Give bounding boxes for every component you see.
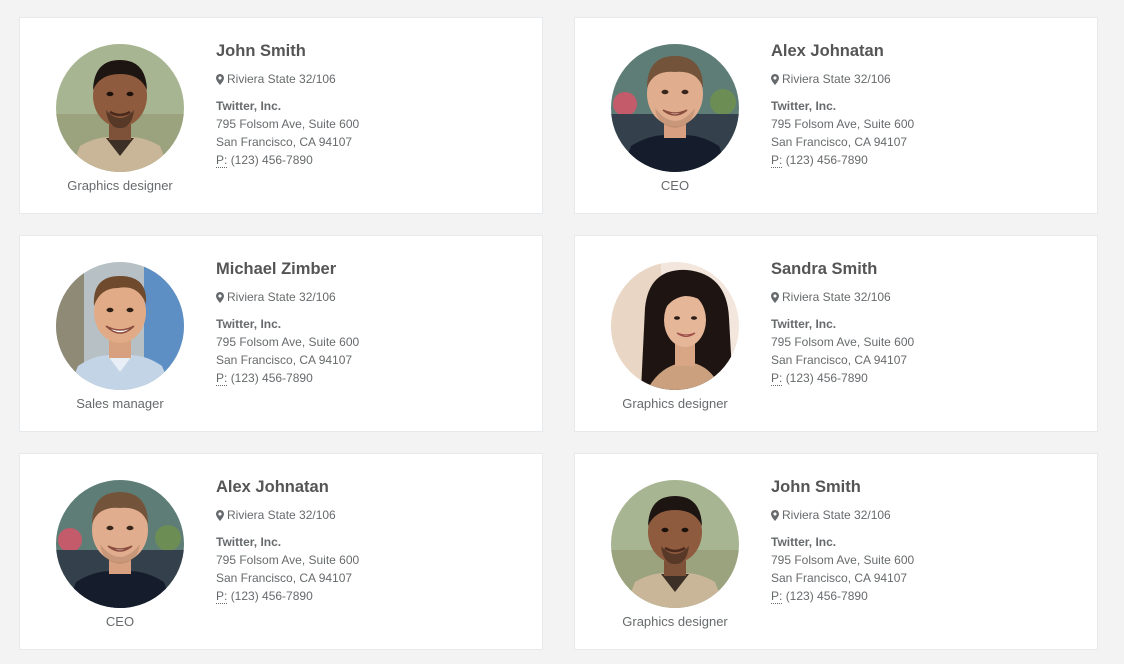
location: Riviera State 32/106	[216, 506, 359, 524]
location: Riviera State 32/106	[771, 506, 914, 524]
avatar[interactable]	[56, 262, 184, 390]
avatar[interactable]	[611, 262, 739, 390]
contact-card[interactable]: Graphics designer John Smith Riviera Sta…	[19, 17, 543, 214]
phone-abbr: P:	[216, 153, 228, 168]
location: Riviera State 32/106	[216, 288, 359, 306]
company-name: Twitter, Inc.	[216, 535, 282, 549]
location-text: Riviera State 32/106	[782, 508, 891, 522]
avatar-alex-image	[56, 480, 184, 608]
contact-info: John Smith Riviera State 32/106 Twitter,…	[771, 476, 914, 605]
avatar[interactable]	[611, 44, 739, 172]
map-marker-icon	[216, 73, 224, 85]
contact-card[interactable]: CEO Alex Johnatan Riviera State 32/106 T…	[19, 453, 543, 650]
location-text: Riviera State 32/106	[782, 72, 891, 86]
avatar-column: CEO	[20, 454, 220, 649]
phone: P: (123) 456-7890	[771, 151, 914, 169]
avatar-alex-image	[611, 44, 739, 172]
avatar-column: Graphics designer	[20, 18, 220, 213]
address-line-2: San Francisco, CA 94107	[216, 135, 353, 149]
phone-number: (123) 456-7890	[785, 589, 868, 603]
avatar-sandra-image	[611, 262, 739, 390]
contact-name[interactable]: Alex Johnatan	[216, 476, 359, 498]
contact-info: Michael Zimber Riviera State 32/106 Twit…	[216, 258, 359, 387]
address-line-1: 795 Folsom Ave, Suite 600	[771, 117, 915, 131]
location-text: Riviera State 32/106	[782, 290, 891, 304]
contact-info: Sandra Smith Riviera State 32/106 Twitte…	[771, 258, 914, 387]
avatar[interactable]	[56, 44, 184, 172]
phone-number: (123) 456-7890	[230, 371, 313, 385]
map-marker-icon	[216, 291, 224, 303]
phone-number: (123) 456-7890	[785, 153, 868, 167]
avatar-column: CEO	[575, 18, 775, 213]
job-title: CEO	[105, 614, 135, 629]
company-name: Twitter, Inc.	[771, 535, 837, 549]
address-line-1: 795 Folsom Ave, Suite 600	[216, 335, 360, 349]
contact-name[interactable]: John Smith	[771, 476, 914, 498]
phone-abbr: P:	[771, 153, 783, 168]
avatar-john-image	[56, 44, 184, 172]
avatar[interactable]	[56, 480, 184, 608]
company-name: Twitter, Inc.	[771, 317, 837, 331]
phone-number: (123) 456-7890	[230, 153, 313, 167]
address-line-2: San Francisco, CA 94107	[216, 571, 353, 585]
address-line-2: San Francisco, CA 94107	[771, 135, 908, 149]
address-line-2: San Francisco, CA 94107	[771, 353, 908, 367]
contact-info: Alex Johnatan Riviera State 32/106 Twitt…	[216, 476, 359, 605]
phone: P: (123) 456-7890	[771, 369, 914, 387]
address-line-1: 795 Folsom Ave, Suite 600	[771, 553, 915, 567]
address-line-2: San Francisco, CA 94107	[771, 571, 908, 585]
phone-abbr: P:	[771, 371, 783, 386]
job-title: Graphics designer	[622, 396, 728, 411]
phone-number: (123) 456-7890	[785, 371, 868, 385]
contact-name[interactable]: Alex Johnatan	[771, 40, 914, 62]
location: Riviera State 32/106	[771, 70, 914, 88]
job-title: CEO	[660, 178, 690, 193]
location: Riviera State 32/106	[216, 70, 359, 88]
company-name: Twitter, Inc.	[771, 99, 837, 113]
contact-card[interactable]: Graphics designer Sandra Smith Riviera S…	[574, 235, 1098, 432]
address-line-1: 795 Folsom Ave, Suite 600	[771, 335, 915, 349]
location-text: Riviera State 32/106	[227, 290, 336, 304]
map-marker-icon	[771, 291, 779, 303]
company-name: Twitter, Inc.	[216, 317, 282, 331]
location-text: Riviera State 32/106	[227, 508, 336, 522]
map-marker-icon	[771, 509, 779, 521]
phone: P: (123) 456-7890	[216, 587, 359, 605]
avatar-john-image	[611, 480, 739, 608]
phone-abbr: P:	[216, 371, 228, 386]
job-title: Graphics designer	[622, 614, 728, 629]
phone-abbr: P:	[771, 589, 783, 604]
address-line-2: San Francisco, CA 94107	[216, 353, 353, 367]
avatar-column: Graphics designer	[575, 236, 775, 431]
avatar[interactable]	[611, 480, 739, 608]
location-text: Riviera State 32/106	[227, 72, 336, 86]
contact-card[interactable]: CEO Alex Johnatan Riviera State 32/106 T…	[574, 17, 1098, 214]
address-line-1: 795 Folsom Ave, Suite 600	[216, 553, 360, 567]
contact-grid: Graphics designer John Smith Riviera Sta…	[19, 17, 1098, 650]
contact-name[interactable]: Sandra Smith	[771, 258, 914, 280]
phone: P: (123) 456-7890	[216, 151, 359, 169]
company-name: Twitter, Inc.	[216, 99, 282, 113]
avatar-column: Sales manager	[20, 236, 220, 431]
contact-info: John Smith Riviera State 32/106 Twitter,…	[216, 40, 359, 169]
avatar-michael-image	[56, 262, 184, 390]
address-line-1: 795 Folsom Ave, Suite 600	[216, 117, 360, 131]
phone-number: (123) 456-7890	[230, 589, 313, 603]
phone: P: (123) 456-7890	[771, 587, 914, 605]
contact-card[interactable]: Graphics designer John Smith Riviera Sta…	[574, 453, 1098, 650]
job-title: Graphics designer	[67, 178, 173, 193]
map-marker-icon	[771, 73, 779, 85]
phone-abbr: P:	[216, 589, 228, 604]
phone: P: (123) 456-7890	[216, 369, 359, 387]
job-title: Sales manager	[76, 396, 164, 411]
avatar-column: Graphics designer	[575, 454, 775, 649]
contact-name[interactable]: John Smith	[216, 40, 359, 62]
map-marker-icon	[216, 509, 224, 521]
contact-info: Alex Johnatan Riviera State 32/106 Twitt…	[771, 40, 914, 169]
contact-name[interactable]: Michael Zimber	[216, 258, 359, 280]
location: Riviera State 32/106	[771, 288, 914, 306]
contact-card[interactable]: Sales manager Michael Zimber Riviera Sta…	[19, 235, 543, 432]
